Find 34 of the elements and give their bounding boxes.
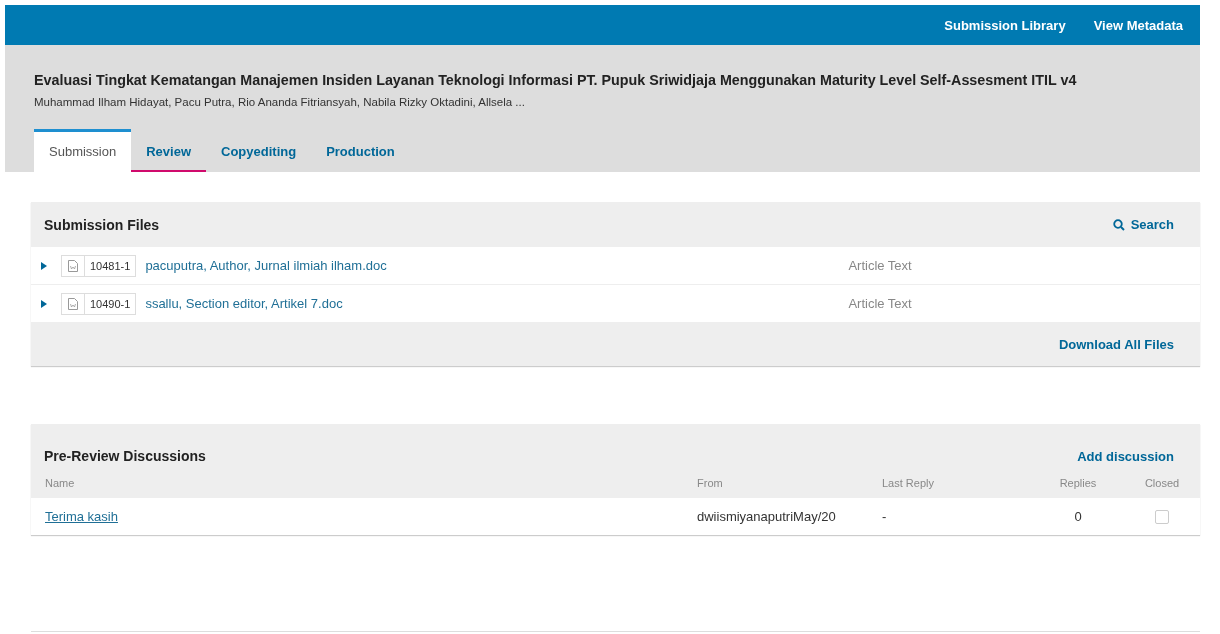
file-type: Article Text (848, 258, 912, 273)
file-id: 10490-1 (84, 293, 136, 314)
panel-title: Submission Files (44, 216, 160, 233)
file-link[interactable]: pacuputra, Author, Jurnal ilmiah ilham.doc (145, 258, 849, 273)
search-icon (1112, 218, 1125, 231)
expand-caret-icon[interactable] (41, 261, 47, 270)
tab[interactable]: Review (131, 129, 206, 172)
table-cell-text: - (882, 509, 888, 524)
tab[interactable]: Submission (34, 129, 132, 172)
file-type: Article Text (848, 296, 912, 311)
column-header: Replies (1058, 477, 1098, 489)
file-id: 10481-1 (84, 255, 136, 276)
tab[interactable]: Copyediting (206, 129, 312, 172)
top-link[interactable]: Submission Library (944, 17, 1066, 33)
search-link[interactable]: Search (1112, 217, 1174, 232)
column-header: Name (45, 477, 76, 489)
add-discussion-link[interactable]: Add discussion (1077, 449, 1174, 464)
file-link[interactable]: ssallu, Section editor, Artikel 7.doc (145, 296, 849, 311)
closed-checkbox[interactable] (1155, 509, 1169, 524)
panel-title: Pre-Review Discussions (44, 448, 206, 464)
table-cell-text: 0 (1073, 509, 1083, 524)
discussion-link[interactable]: Terima kasih (45, 509, 118, 524)
authors-text: Muhammad Ilham Hidayat, Pacu Putra, Rio Ananda Fitriansyah, Nabila Rizky Oktadini, Allsela ... (34, 96, 526, 108)
tab[interactable]: Production (311, 129, 410, 172)
column-header: Closed (1143, 477, 1181, 489)
submission-title: Evaluasi Tingkat Kematangan Manajemen Insiden Layanan Teknologi Informasi PT. Pupuk Sriwidjaja Menggunakan Maturity Level Self-Assesment ITIL v4 (34, 72, 1078, 88)
table-cell-text: dwiismiyanaputriMay/20 (697, 509, 837, 524)
document-icon (68, 259, 78, 272)
top-link[interactable]: View Metadata (1093, 17, 1183, 33)
download-all-link[interactable]: Download All Files (1058, 337, 1174, 352)
document-icon (68, 297, 78, 310)
column-header: Last Reply (882, 477, 935, 489)
column-header: From (697, 477, 724, 489)
expand-caret-icon[interactable] (41, 299, 47, 308)
